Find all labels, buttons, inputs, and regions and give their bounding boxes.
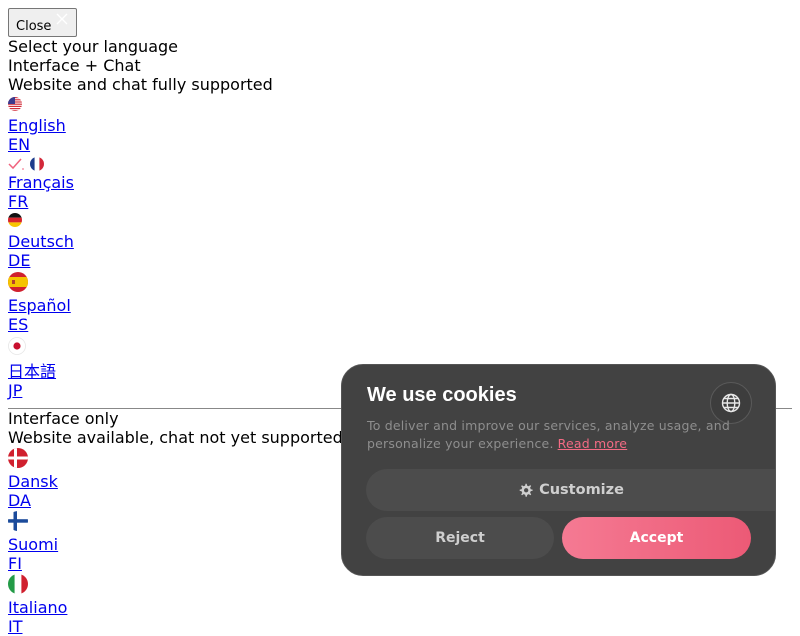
language-code-de[interactable]: DE bbox=[8, 251, 30, 270]
gear-icon bbox=[518, 483, 533, 498]
language-name-es[interactable]: Español bbox=[8, 296, 71, 315]
check-icon bbox=[8, 158, 24, 170]
cookie-banner: We use cookies To deliver and improve ou… bbox=[341, 364, 776, 576]
close-icon bbox=[55, 12, 69, 26]
fr-flag-icon bbox=[30, 156, 44, 171]
close-button[interactable]: Close bbox=[8, 8, 78, 37]
language-code-fi[interactable]: FI bbox=[8, 554, 22, 573]
customize-label: Customize bbox=[539, 482, 624, 498]
language-name-jp[interactable]: 日本語 bbox=[8, 362, 56, 381]
us-flag-icon bbox=[8, 97, 792, 116]
language-option-en[interactable]: English EN bbox=[8, 97, 792, 154]
language-name-en[interactable]: English bbox=[8, 116, 66, 135]
language-name-da[interactable]: Dansk bbox=[8, 472, 58, 491]
accept-label: Accept bbox=[629, 530, 684, 546]
language-code-da[interactable]: DA bbox=[8, 491, 31, 510]
customize-button[interactable]: Customize bbox=[366, 469, 775, 511]
language-code-es[interactable]: ES bbox=[8, 315, 28, 334]
de-flag-icon bbox=[8, 213, 792, 232]
group-title-interface-chat: Interface + Chat bbox=[8, 56, 141, 75]
it-flag-icon bbox=[8, 574, 792, 598]
language-code-jp[interactable]: JP bbox=[8, 381, 22, 400]
es-flag-icon bbox=[8, 272, 792, 296]
group-subtitle-interface-chat: Website and chat fully supported bbox=[8, 75, 273, 94]
language-code-it[interactable]: IT bbox=[8, 617, 23, 636]
cookie-title: We use cookies bbox=[367, 384, 517, 406]
language-code-fr[interactable]: FR bbox=[8, 192, 28, 211]
jp-flag-icon bbox=[8, 337, 792, 362]
language-option-fr[interactable]: Français FR bbox=[8, 154, 792, 211]
language-name-fi[interactable]: Suomi bbox=[8, 535, 58, 554]
read-more-link[interactable]: Read more bbox=[558, 436, 628, 451]
language-name-fr[interactable]: Français bbox=[8, 173, 74, 192]
cookie-description: To deliver and improve our services, ana… bbox=[367, 417, 737, 453]
language-option-de[interactable]: Deutsch DE bbox=[8, 213, 792, 270]
globe-icon bbox=[721, 393, 741, 413]
language-name-de[interactable]: Deutsch bbox=[8, 232, 74, 251]
close-button-label: Close bbox=[16, 19, 52, 34]
fr-flag-row bbox=[8, 154, 792, 173]
language-option-es[interactable]: Español ES bbox=[8, 272, 792, 334]
language-option-it[interactable]: Italiano IT bbox=[8, 574, 792, 636]
language-code-en[interactable]: EN bbox=[8, 135, 30, 154]
modal-title: Select your language bbox=[8, 37, 178, 56]
reject-button[interactable]: Reject bbox=[366, 517, 554, 559]
accept-button[interactable]: Accept bbox=[562, 517, 751, 559]
cookie-description-text: To deliver and improve our services, ana… bbox=[367, 418, 730, 451]
language-name-it[interactable]: Italiano bbox=[8, 598, 67, 617]
reject-label: Reject bbox=[435, 530, 485, 546]
